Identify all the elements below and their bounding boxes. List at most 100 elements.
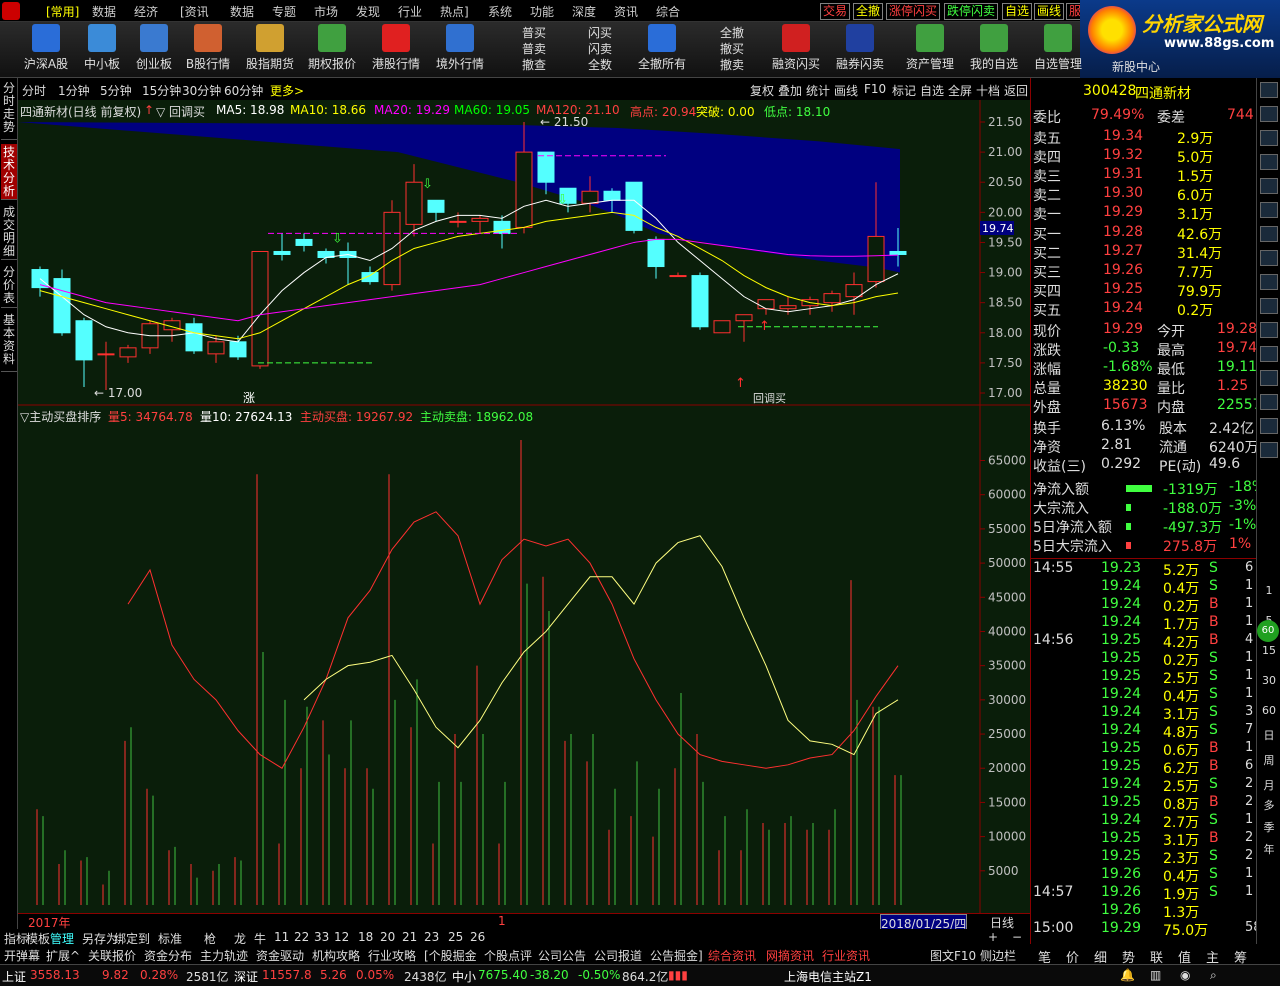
app-logo-icon[interactable] bbox=[2, 2, 20, 20]
menu-item-7[interactable]: 发现 bbox=[356, 3, 380, 20]
news-tab-8[interactable]: [个股掘金 bbox=[424, 947, 477, 964]
news-tab-0[interactable]: 开弹幕 bbox=[4, 947, 40, 964]
chart-tool-6[interactable]: 自选 bbox=[920, 82, 944, 99]
right-period-4[interactable]: 60 bbox=[1260, 703, 1278, 719]
bottom-tab-10[interactable]: 22 bbox=[294, 930, 309, 944]
toolbar-button-11[interactable]: 资产管理 bbox=[900, 24, 960, 72]
toolbar-small-all_cancel[interactable]: 全撤 bbox=[720, 24, 744, 41]
chart-tool-3[interactable]: 画线 bbox=[834, 82, 858, 99]
trade-button-2[interactable]: 涨停闪买 bbox=[886, 3, 941, 20]
toolbar-small-cancel_sell[interactable]: 撤卖 bbox=[720, 56, 744, 73]
menu-item-3[interactable]: [资讯 bbox=[180, 3, 209, 20]
menu-item-14[interactable]: 综合 bbox=[656, 3, 680, 20]
news-tab-13[interactable]: 综合资讯 bbox=[708, 947, 756, 964]
toolbar-small-all[interactable]: 全数 bbox=[588, 56, 612, 73]
chart-bars-icon[interactable]: ▮▮▮ bbox=[668, 968, 688, 982]
toolbar-small-sell[interactable]: 普卖 bbox=[522, 40, 546, 57]
news-tab-2[interactable]: 关联报价 bbox=[88, 947, 136, 964]
period-1[interactable]: 1分钟 bbox=[58, 82, 90, 99]
left-tab-4[interactable]: 基本资料 bbox=[1, 312, 17, 372]
right-tool-icon[interactable] bbox=[1260, 154, 1278, 170]
news-tab-14[interactable]: 网摘资讯 bbox=[766, 947, 814, 964]
bottom-tab-2[interactable]: 管理 bbox=[50, 930, 74, 947]
bottom-tab-5[interactable]: 标准 bbox=[158, 930, 182, 947]
toolbar-button-1[interactable]: 中小板 bbox=[72, 24, 132, 72]
news-tab-15[interactable]: 行业资讯 bbox=[822, 947, 870, 964]
news-tab-10[interactable]: 公司公告 bbox=[538, 947, 586, 964]
bottom-tab-9[interactable]: 11 bbox=[274, 930, 289, 944]
right-period-0[interactable]: 1 bbox=[1260, 583, 1278, 599]
chart-svg[interactable]: 21.50 21.00 20.50 20.00 19.50 19.00 18.50 18.00… bbox=[18, 100, 1030, 915]
news-tab-7[interactable]: 行业攻略 bbox=[368, 947, 416, 964]
chart-tool-8[interactable]: 十档 bbox=[976, 82, 1000, 99]
toolbar-button-3[interactable]: B股行情 bbox=[178, 24, 238, 72]
bottom-tab-3[interactable]: 另存为 bbox=[82, 930, 118, 947]
toolbar-button-13[interactable]: 自选管理 bbox=[1028, 24, 1088, 72]
right-tool-icon[interactable] bbox=[1260, 82, 1278, 98]
news-tab-6[interactable]: 机构攻略 bbox=[312, 947, 360, 964]
trade-button-0[interactable]: 交易 bbox=[820, 3, 851, 20]
left-tab-2[interactable]: 成交明细 bbox=[1, 204, 17, 260]
news-tab-3[interactable]: 资金分布 bbox=[144, 947, 192, 964]
period-3[interactable]: 15分钟 bbox=[142, 82, 181, 99]
right-tool-icon[interactable] bbox=[1260, 274, 1278, 290]
trade-button-1[interactable]: 全撤 bbox=[853, 3, 884, 20]
chart-tool-9[interactable]: 返回 bbox=[1004, 82, 1028, 99]
menu-item-4[interactable]: 数据 bbox=[230, 3, 254, 20]
sidebar-tab[interactable]: 侧边栏 bbox=[980, 947, 1016, 964]
chart-tool-1[interactable]: 叠加 bbox=[778, 82, 802, 99]
bottom-tab-7[interactable]: 龙 bbox=[234, 930, 246, 947]
left-tab-0[interactable]: 分时走势 bbox=[1, 80, 17, 140]
chart-tool-4[interactable]: F10 bbox=[864, 82, 886, 96]
toolbar-small-flash_buy[interactable]: 闪买 bbox=[588, 24, 612, 41]
period-0[interactable]: 分时 bbox=[22, 82, 46, 99]
search-icon[interactable]: ⌕ bbox=[1210, 968, 1217, 983]
menu-item-10[interactable]: 系统 bbox=[488, 3, 512, 20]
news-tab-12[interactable]: 公告掘金] bbox=[650, 947, 703, 964]
news-tab-9[interactable]: 个股点评 bbox=[484, 947, 532, 964]
toolbar-button-7[interactable]: 境外行情 bbox=[430, 24, 490, 72]
period-2[interactable]: 5分钟 bbox=[100, 82, 132, 99]
bottom-tab-8[interactable]: 牛 bbox=[254, 930, 266, 947]
left-tab-3[interactable]: 分价表 bbox=[1, 264, 17, 308]
zoom-in-button[interactable]: + bbox=[988, 930, 998, 944]
toolbar-button-5[interactable]: 期权报价 bbox=[302, 24, 362, 72]
right-tool-icon[interactable] bbox=[1260, 106, 1278, 122]
right-period-8[interactable]: 多 bbox=[1260, 798, 1278, 814]
toolbar-button-12[interactable]: 我的自选 bbox=[964, 24, 1024, 72]
menu-item-8[interactable]: 行业 bbox=[398, 3, 422, 20]
toolbar-button-8[interactable]: 全撤所有 bbox=[632, 24, 692, 72]
right-period-6[interactable]: 周 bbox=[1260, 753, 1278, 769]
zoom-out-button[interactable]: − bbox=[1012, 930, 1022, 944]
right-tool-icon[interactable] bbox=[1260, 226, 1278, 242]
f10-tab[interactable]: 图文F10 bbox=[930, 947, 976, 964]
trade-button-3[interactable]: 跌停闪卖 bbox=[944, 3, 999, 20]
bottom-tab-6[interactable]: 枪 bbox=[204, 930, 216, 947]
bottom-tab-0[interactable]: 指标 bbox=[4, 930, 28, 947]
trade-button-4[interactable]: 自选 bbox=[1002, 3, 1033, 20]
menu-item-0[interactable]: [常用] bbox=[46, 3, 79, 20]
chart-tool-0[interactable]: 复权 bbox=[750, 82, 774, 99]
bottom-tab-12[interactable]: 12 bbox=[334, 930, 349, 944]
chart-tool-5[interactable]: 标记 bbox=[892, 82, 916, 99]
bottom-tab-17[interactable]: 25 bbox=[448, 930, 463, 944]
news-tab-11[interactable]: 公司报道 bbox=[594, 947, 642, 964]
toolbar-small-cancel[interactable]: 撤查 bbox=[522, 56, 546, 73]
menu-item-6[interactable]: 市场 bbox=[314, 3, 338, 20]
bottom-tab-1[interactable]: 模板 bbox=[26, 930, 50, 947]
toolbar-button-9[interactable]: 融资闪买 bbox=[766, 24, 826, 72]
right-tool-icon[interactable] bbox=[1260, 370, 1278, 386]
menu-item-13[interactable]: 资讯 bbox=[614, 3, 638, 20]
menu-item-9[interactable]: 热点] bbox=[440, 3, 469, 20]
bottom-tab-15[interactable]: 21 bbox=[402, 930, 417, 944]
trade-button-5[interactable]: 画线 bbox=[1034, 3, 1065, 20]
bottom-tab-13[interactable]: 18 bbox=[358, 930, 373, 944]
menu-item-2[interactable]: 经济 bbox=[134, 3, 158, 20]
bell-icon[interactable]: 🔔 bbox=[1120, 968, 1135, 982]
right-tool-icon[interactable] bbox=[1260, 178, 1278, 194]
period-4[interactable]: 30分钟 bbox=[182, 82, 221, 99]
bottom-tab-4[interactable]: 绑定到 bbox=[114, 930, 150, 947]
right-tool-icon[interactable] bbox=[1260, 298, 1278, 314]
period-5[interactable]: 60分钟 bbox=[224, 82, 263, 99]
server-name[interactable]: 上海电信主站Z1 bbox=[784, 968, 872, 985]
